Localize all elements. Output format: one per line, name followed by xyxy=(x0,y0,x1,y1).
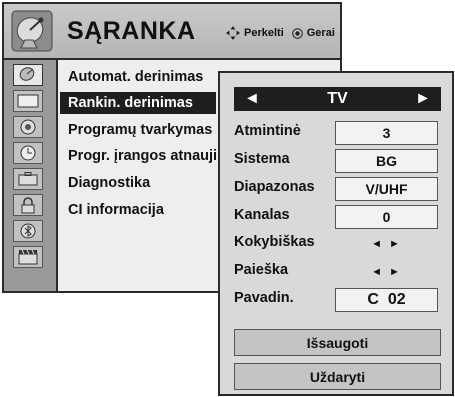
fine-tune-arrows[interactable]: ◄ ► xyxy=(335,234,438,254)
directional-pad-icon xyxy=(226,26,240,40)
arrow-left-icon[interactable]: ◄ xyxy=(244,90,260,108)
system-value[interactable]: BG xyxy=(335,149,438,173)
mode-selector[interactable]: ◄ TV ► xyxy=(234,87,441,111)
ok-button-icon xyxy=(291,27,303,39)
move-hint-label: Perkelti xyxy=(244,27,284,39)
name-label: Pavadin. xyxy=(234,290,294,306)
menu-icon-sidebar xyxy=(4,60,58,291)
mode-value: TV xyxy=(327,90,348,107)
system-label: Sistema xyxy=(234,151,290,167)
band-value[interactable]: V/UHF xyxy=(335,177,438,201)
fine-tune-label: Kokybiškas xyxy=(234,234,315,250)
memory-label: Atmintinė xyxy=(234,123,301,139)
menu-item-manual-tuning[interactable]: Rankin. derinimas xyxy=(60,92,216,114)
manual-tuning-panel: ◄ TV ► Atmintinė 3 Sistema BG Diapazonas… xyxy=(218,71,454,396)
close-button[interactable]: Uždaryti xyxy=(234,363,441,390)
lock-icon[interactable] xyxy=(13,194,43,216)
clapperboard-icon[interactable] xyxy=(13,246,43,268)
arrow-right-icon[interactable]: ► xyxy=(415,90,431,108)
bluetooth-icon[interactable] xyxy=(13,220,43,242)
speaker-icon[interactable] xyxy=(13,116,43,138)
toolbox-icon[interactable] xyxy=(13,168,43,190)
search-arrows[interactable]: ◄ ► xyxy=(335,262,438,282)
ok-hint-label: Gerai xyxy=(306,27,335,39)
band-label: Diapazonas xyxy=(234,179,315,195)
satellite-dish-icon[interactable] xyxy=(13,64,43,86)
clock-icon[interactable] xyxy=(13,142,43,164)
name-value[interactable]: C 02 xyxy=(335,288,438,312)
page-title: SĄRANKA xyxy=(67,17,196,45)
channel-label: Kanalas xyxy=(234,207,290,223)
satellite-dish-icon xyxy=(11,10,53,52)
memory-value[interactable]: 3 xyxy=(335,121,438,145)
menu-header: SĄRANKA Perkelti Gerai xyxy=(4,4,340,60)
save-button[interactable]: Išsaugoti xyxy=(234,329,441,356)
search-label: Paieška xyxy=(234,262,289,278)
channel-value[interactable]: 0 xyxy=(335,205,438,229)
nav-hints: Perkelti Gerai xyxy=(226,26,335,40)
tv-screen-icon[interactable] xyxy=(13,90,43,112)
